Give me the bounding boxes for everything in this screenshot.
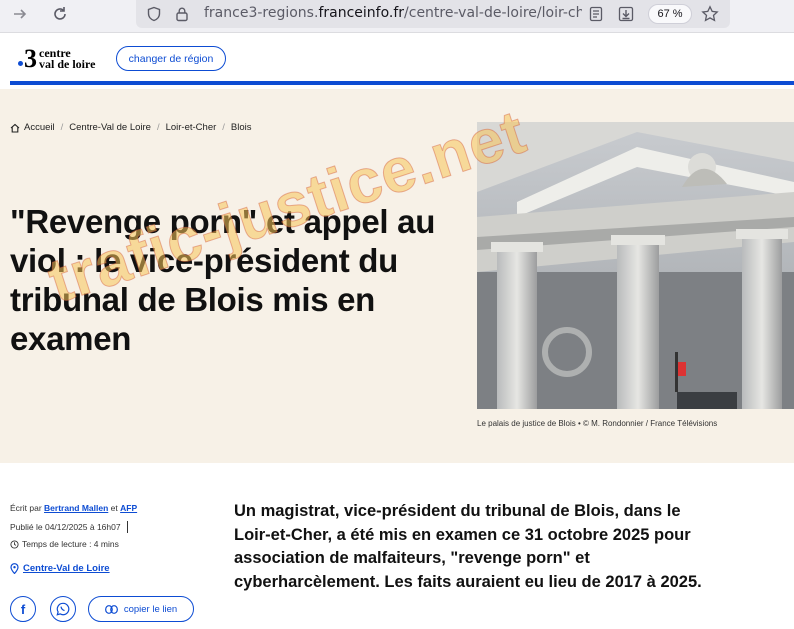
zoom-level[interactable]: 67 % (648, 4, 692, 24)
breadcrumb: Accueil / Centre-Val de Loire / Loir-et-… (10, 122, 252, 133)
image-caption: Le palais de justice de Blois • © M. Ron… (477, 419, 718, 428)
breadcrumb-home[interactable]: Accueil (24, 122, 55, 133)
browser-toolbar: france3-regions.franceinfo.fr/centre-val… (0, 0, 794, 33)
copy-link-label: copier le lien (123, 603, 178, 615)
location-pin-icon (10, 563, 19, 574)
author-link[interactable]: Bertrand Mallen (44, 503, 108, 513)
change-region-button[interactable]: changer de région (116, 46, 226, 71)
bookmark-star-icon[interactable] (700, 4, 720, 24)
url-domain: franceinfo.fr (318, 5, 405, 21)
whatsapp-share-button[interactable] (50, 596, 76, 622)
forward-icon[interactable] (6, 0, 34, 28)
save-page-icon[interactable] (616, 4, 636, 24)
france3-logo[interactable]: 3 centre val de loire (18, 44, 95, 74)
breadcrumb-separator: / (60, 122, 64, 133)
facebook-share-button[interactable]: f (10, 596, 36, 622)
facebook-icon: f (20, 601, 26, 617)
home-icon (10, 123, 20, 133)
byline-prefix: Écrit par (10, 503, 42, 513)
breadcrumb-separator: / (222, 122, 225, 133)
lock-icon[interactable] (172, 4, 192, 24)
clock-icon (10, 539, 19, 549)
region-tag-link[interactable]: Centre-Val de Loire (23, 563, 110, 574)
breadcrumb-department[interactable]: Loir-et-Cher (166, 122, 217, 133)
region-tag[interactable]: Centre-Val de Loire (10, 563, 110, 574)
copy-link-button[interactable]: copier le lien (88, 596, 194, 622)
url-text[interactable]: france3-regions.franceinfo.fr/centre-val… (204, 5, 582, 21)
reading-time: Temps de lecture : 4 mins (10, 539, 119, 549)
reader-view-icon[interactable] (586, 4, 606, 24)
logo-number: 3 (24, 44, 37, 73)
courthouse-photo (477, 122, 794, 409)
site-header: 3 centre val de loire changer de région (10, 33, 794, 85)
article-hero: Accueil / Centre-Val de Loire / Loir-et-… (0, 89, 794, 463)
reading-time-text: Temps de lecture : 4 mins (22, 539, 119, 549)
article-title: "Revenge porn" et appel au viol : le vic… (10, 203, 436, 357)
logo-text: centre val de loire (39, 47, 96, 71)
link-icon (104, 604, 118, 614)
publish-date-text: Publié le 04/12/2025 à 16h07 (10, 522, 121, 532)
byline: Écrit par Bertrand Mallen et AFP (10, 503, 137, 513)
url-prefix: france3-regions. (204, 5, 319, 21)
byline-and: et (110, 503, 118, 513)
whatsapp-icon (56, 602, 70, 616)
agency-link[interactable]: AFP (120, 503, 137, 513)
url-bar[interactable]: france3-regions.franceinfo.fr/centre-val… (136, 0, 730, 28)
logo-line-2: val de loire (39, 57, 96, 71)
reload-icon[interactable] (46, 0, 74, 28)
article-lead: Un magistrat, vice-président du tribunal… (234, 502, 702, 591)
shield-icon[interactable] (144, 4, 164, 24)
logo-dot (18, 60, 23, 66)
publish-date: Publié le 04/12/2025 à 16h07 (10, 521, 128, 533)
breadcrumb-separator: / (156, 122, 160, 133)
url-path: /centre-val-de-loire/loir-cher/blois (404, 5, 582, 21)
divider (126, 521, 128, 533)
breadcrumb-city[interactable]: Blois (231, 122, 252, 133)
breadcrumb-region[interactable]: Centre-Val de Loire (69, 122, 151, 133)
